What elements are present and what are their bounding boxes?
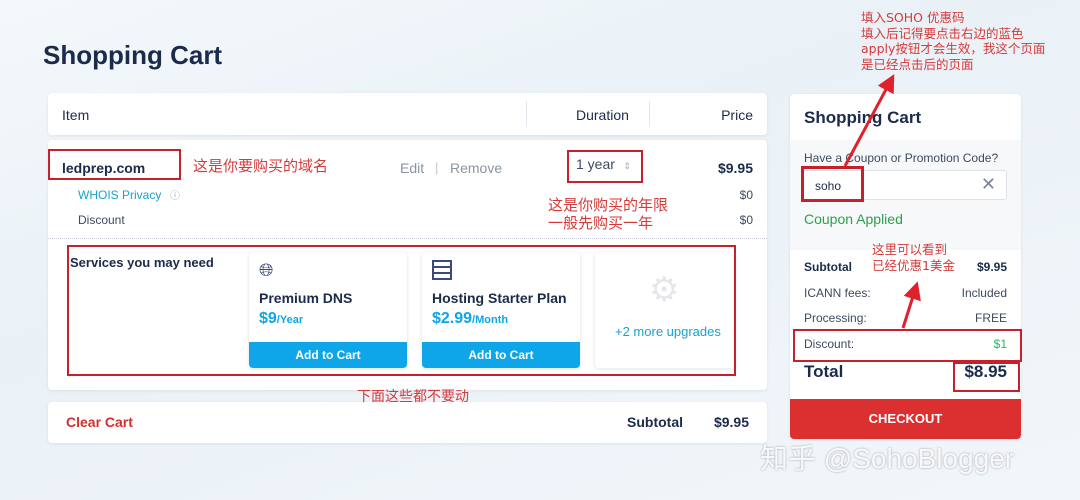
annotation-arrows bbox=[843, 74, 921, 329]
arrow-to-discount-note bbox=[901, 281, 921, 329]
arrow-to-coupon-note bbox=[843, 74, 895, 167]
watermark: 知乎 @SohoBlogger bbox=[760, 443, 1015, 474]
